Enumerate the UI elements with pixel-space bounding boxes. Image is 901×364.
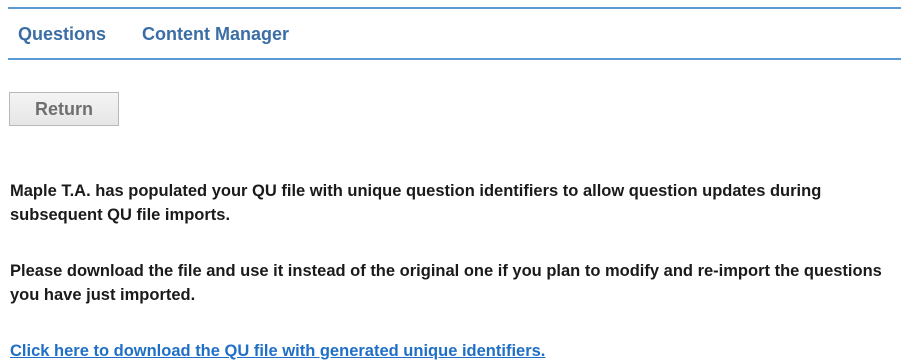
- instruction-message: Please download the file and use it inst…: [10, 262, 882, 304]
- page: Questions Content Manager Return Maple T…: [0, 0, 901, 364]
- return-button[interactable]: Return: [9, 92, 119, 126]
- tab-content-manager[interactable]: Content Manager: [142, 25, 289, 43]
- tab-questions[interactable]: Questions: [18, 25, 106, 43]
- download-qu-file-link[interactable]: Click here to download the QU file with …: [10, 339, 545, 363]
- populated-message: Maple T.A. has populated your QU file wi…: [10, 182, 822, 224]
- top-nav: Questions Content Manager: [8, 7, 901, 60]
